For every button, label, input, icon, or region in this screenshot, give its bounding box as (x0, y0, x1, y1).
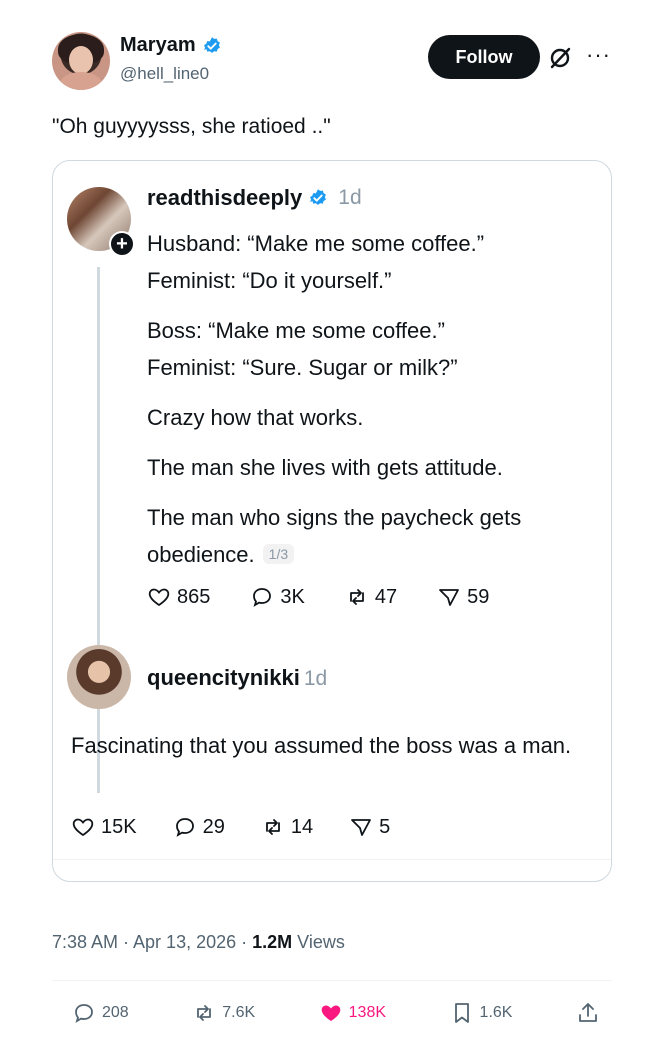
author-name-line: Maryam (120, 34, 222, 57)
share-button[interactable] (576, 1001, 600, 1025)
send-icon (351, 819, 371, 836)
like-count: 865 (177, 585, 211, 608)
reply-author-name[interactable]: queencitynikki (147, 665, 300, 690)
post-timestamp[interactable]: 7:38 AM · Apr 13, 2026 · (52, 932, 252, 952)
repost-count: 7.6K (222, 1004, 256, 1021)
share-action[interactable]: 5 (349, 815, 390, 839)
like-action[interactable]: 15K (71, 815, 137, 839)
heart-filled-icon (321, 1005, 340, 1021)
reply-stat[interactable]: 208 (72, 1001, 129, 1025)
more-options-icon[interactable]: ··· (586, 42, 611, 68)
heart-icon (148, 588, 170, 607)
quoted-thread-card[interactable]: + readthisdeeply 1d Husband: “Make me so… (52, 160, 612, 882)
like-count: 15K (101, 815, 137, 838)
thread-page-count: 1/3 (262, 544, 295, 564)
tweet-header: Maryam @hell_line0 Follow ··· (52, 30, 622, 92)
post-line: The man who signs the paycheck gets obed… (147, 499, 603, 573)
reply-action[interactable]: 3K (250, 585, 305, 609)
repost-icon (265, 819, 280, 835)
bookmark-count: 1.6K (479, 1004, 513, 1021)
separator (52, 980, 612, 981)
reply-count: 3K (280, 585, 305, 608)
repost-count: 14 (290, 815, 314, 838)
tweet-text: "Oh guyyyysss, she ratioed .." (52, 115, 331, 138)
reply-action[interactable]: 29 (173, 815, 225, 839)
reply-author-avatar[interactable] (67, 645, 131, 709)
like-action[interactable]: 865 (147, 585, 210, 609)
post-line-text: The man who signs the paycheck gets obed… (147, 505, 522, 567)
verified-badge-icon (310, 189, 327, 205)
quoted-post-body: Husband: “Make me some coffee.” Feminist… (147, 225, 603, 573)
repost-icon (349, 589, 364, 605)
author-avatar[interactable] (52, 32, 110, 90)
repost-count: 47 (374, 585, 398, 608)
bookmark-stat[interactable]: 1.6K (450, 1001, 513, 1025)
share-count: 5 (379, 815, 391, 838)
comment-icon (253, 588, 272, 607)
repost-stat[interactable]: 7.6K (192, 1001, 255, 1025)
post-line: The man she lives with gets attitude. (147, 455, 503, 480)
reply-author-line: queencitynikki 1d (147, 665, 327, 691)
repost-icon (197, 1005, 212, 1021)
quoted-author-name[interactable]: readthisdeeply (147, 185, 302, 211)
post-line: Feminist: “Sure. Sugar or milk?” (147, 355, 458, 380)
quoted-post-time: 1d (338, 186, 362, 209)
card-divider (53, 859, 611, 860)
reply-count: 208 (102, 1004, 129, 1021)
engagement-bar: 208 7.6K 138K 1.6K (72, 998, 600, 1028)
post-meta: 7:38 AM · Apr 13, 2026 · 1.2M Views (52, 932, 345, 953)
grok-icon[interactable] (548, 46, 572, 70)
follow-plus-icon[interactable]: + (109, 231, 135, 257)
reply-count: 29 (202, 815, 225, 838)
reply-text: Fascinating that you assumed the boss wa… (71, 733, 572, 758)
view-count: 1.2M (252, 932, 293, 952)
verified-badge-icon (203, 36, 220, 53)
comment-icon (75, 1004, 93, 1023)
author-display-name[interactable]: Maryam (120, 34, 196, 57)
quoted-author-line: readthisdeeply 1d (147, 185, 362, 211)
like-count: 138K (348, 1004, 387, 1021)
share-count: 59 (467, 585, 490, 608)
quoted-actions-bar: 865 3K 47 59 (147, 585, 489, 609)
share-icon (579, 1003, 597, 1022)
views-label: Views (292, 932, 345, 952)
heart-icon (72, 818, 94, 837)
post-line: Boss: “Make me some coffee.” (147, 318, 445, 343)
bookmark-icon (454, 1003, 469, 1023)
repost-action[interactable]: 14 (261, 815, 313, 839)
thread-connector-line (97, 267, 100, 793)
like-stat[interactable]: 138K (319, 1001, 386, 1025)
send-icon (439, 589, 459, 606)
comment-icon (175, 818, 194, 837)
share-action[interactable]: 59 (437, 585, 489, 609)
reply-post-time: 1d (303, 667, 328, 690)
reply-actions-bar: 15K 29 14 5 (71, 815, 390, 839)
post-line: Crazy how that works. (147, 405, 364, 430)
post-line: Husband: “Make me some coffee.” (147, 231, 485, 256)
repost-action[interactable]: 47 (345, 585, 397, 609)
post-line: Feminist: “Do it yourself.” (147, 268, 392, 293)
author-handle[interactable]: @hell_line0 (120, 64, 209, 84)
follow-button[interactable]: Follow (428, 35, 540, 79)
